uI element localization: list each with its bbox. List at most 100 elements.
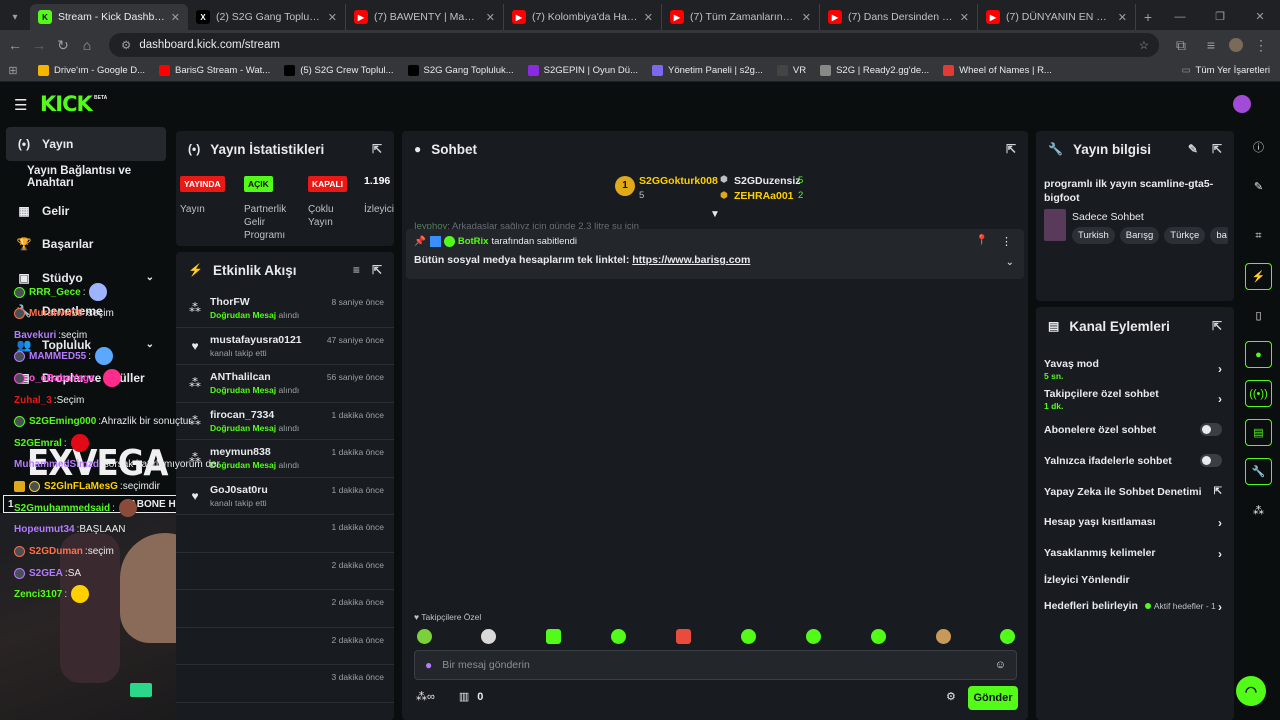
- community-rail-icon[interactable]: ⁂: [1245, 497, 1272, 524]
- activity-event[interactable]: 2 dakika önce: [176, 553, 394, 590]
- emote-6[interactable]: [741, 629, 756, 644]
- support-headset-icon[interactable]: ◠: [1236, 676, 1266, 706]
- bookmark-item[interactable]: S2G | Ready2.gg'de...: [820, 65, 929, 76]
- all-bookmarks-folder[interactable]: ▭ Tüm Yer İşaretleri: [1182, 65, 1270, 76]
- sidebar-item-3[interactable]: 🏆 Başarılar: [0, 228, 172, 262]
- popout-icon[interactable]: ⇱: [1212, 319, 1222, 333]
- back-icon[interactable]: ←: [3, 37, 27, 53]
- chat-username[interactable]: S2Gmuhammedsaid: [14, 503, 110, 514]
- stream-tag[interactable]: Turkish: [1072, 227, 1115, 244]
- bookmark-item[interactable]: Wheel of Names | R...: [943, 65, 1052, 76]
- bookmark-item[interactable]: S2G Gang Topluluk...: [407, 65, 514, 76]
- window-close-icon[interactable]: ✕: [1240, 4, 1280, 30]
- collapse-leaderboard-icon[interactable]: ▼: [710, 209, 720, 220]
- stream-tag[interactable]: Barışg: [1119, 227, 1160, 244]
- activity-event[interactable]: ⁂ firocan_7334 Doğrudan Mesaj alındı 1 d…: [176, 403, 394, 440]
- browser-tab[interactable]: ▶ (7) BAWENTY | Madara Olduk # ✕: [346, 4, 504, 30]
- bookmark-star-icon[interactable]: ☆: [1139, 38, 1149, 52]
- activity-event[interactable]: 2 dakika önce: [176, 628, 394, 665]
- info-icon[interactable]: ⓘ: [1245, 133, 1272, 160]
- points-icon[interactable]: ⁂∞: [416, 690, 435, 703]
- pencil-icon[interactable]: ✎: [1245, 173, 1272, 200]
- bookmark-item[interactable]: Yönetim Paneli | s2g...: [652, 65, 763, 76]
- kick-logo[interactable]: KICK: [40, 92, 93, 116]
- activity-event[interactable]: 3 dakika önce: [176, 665, 394, 703]
- home-icon[interactable]: ⌂: [75, 37, 99, 53]
- bookmark-item[interactable]: VR: [776, 65, 806, 76]
- chat-username[interactable]: Hopeumut34: [14, 524, 75, 535]
- popout-icon[interactable]: ⇱: [372, 142, 382, 156]
- tab-close-icon[interactable]: ✕: [171, 11, 180, 24]
- sidebar-item-0[interactable]: (•) Yayın: [6, 127, 166, 161]
- apps-grid-icon[interactable]: ⊞: [0, 64, 26, 77]
- stream-tag[interactable]: Türkçe: [1164, 227, 1206, 244]
- stream-tag[interactable]: ba: [1210, 227, 1228, 244]
- emote-4[interactable]: [611, 629, 626, 644]
- expand-pinned-icon[interactable]: ⌄: [1006, 257, 1014, 268]
- emote-2[interactable]: [481, 629, 496, 644]
- chat-username[interactable]: o_oBabaYaga: [29, 373, 95, 384]
- chat-username[interactable]: Zuhal_3: [14, 395, 52, 406]
- channel-action[interactable]: Yavaş mod 5 sn. ›: [1044, 358, 1224, 381]
- store-icon[interactable]: ▥: [459, 690, 469, 703]
- pinned-by-user[interactable]: BotRix: [458, 236, 489, 247]
- popout-icon[interactable]: ⇱: [1212, 142, 1222, 156]
- channel-action[interactable]: Yasaklanmış kelimeler ›: [1044, 547, 1224, 561]
- chat-input[interactable]: ● Bir mesaj gönderin ☺: [414, 650, 1017, 680]
- filter-icon[interactable]: ≡: [353, 263, 360, 277]
- emote-5[interactable]: [676, 629, 691, 644]
- channel-action[interactable]: Yapay Zeka ile Sohbet Denetimi ⇱: [1044, 486, 1224, 498]
- toggle-switch[interactable]: [1200, 423, 1222, 436]
- tab-close-icon[interactable]: ✕: [1118, 11, 1127, 24]
- chat-settings-icon[interactable]: ⚙: [946, 690, 956, 703]
- browser-tab[interactable]: ▶ (7) Kolombiya'da Hapishane Ba ✕: [504, 4, 662, 30]
- toggle-switch[interactable]: [1200, 454, 1222, 467]
- activity-event[interactable]: 2 dakika önce: [176, 590, 394, 628]
- popout-icon[interactable]: ⇱: [372, 263, 382, 277]
- tab-close-icon[interactable]: ✕: [802, 11, 811, 24]
- activity-event[interactable]: ⁂ ANThalilcan Doğrudan Mesaj alındı 56 s…: [176, 365, 394, 403]
- chat-username[interactable]: MuhammedSimzd: [14, 459, 99, 470]
- bookmark-item[interactable]: (5) S2G Crew Toplul...: [284, 65, 394, 76]
- tab-close-icon[interactable]: ✕: [644, 11, 653, 24]
- reload-icon[interactable]: ↻: [51, 37, 75, 54]
- activity-event[interactable]: ♥ mustafayusra0121 kanalı takip etti 47 …: [176, 328, 394, 365]
- browser-tab[interactable]: ▶ (7) DÜNYANIN EN PAHALI FELA ✕: [978, 4, 1136, 30]
- chat-username[interactable]: RRR_Gece: [29, 287, 81, 298]
- popout-icon[interactable]: ⇱: [1006, 142, 1016, 156]
- emote-1[interactable]: [417, 629, 432, 644]
- tab-close-icon[interactable]: ✕: [960, 11, 969, 24]
- pinned-link[interactable]: https://www.barisg.com: [632, 254, 750, 266]
- unpin-icon[interactable]: 📍: [976, 235, 988, 246]
- browser-menu-icon[interactable]: ⋮: [1249, 37, 1273, 54]
- browser-tab[interactable]: ▶ (7) Tüm Zamanların En Korkunç ✕: [662, 4, 820, 30]
- activity-event[interactable]: ⁂ ThorFW Doğrudan Mesaj alındı 8 saniye …: [176, 290, 394, 328]
- chat-username[interactable]: MAMMED55: [29, 351, 86, 362]
- browser-tab[interactable]: X (2) S2G Gang Topluluk / X ✕: [188, 4, 346, 30]
- broadcast-rail-icon[interactable]: ((•)): [1245, 380, 1272, 407]
- channel-action[interactable]: Hedefleri belirleyin Aktif hedefler - 1 ›: [1044, 600, 1224, 614]
- quick-actions-icon[interactable]: ⚡: [1245, 263, 1272, 290]
- chat-rail-icon[interactable]: ●: [1245, 341, 1272, 368]
- channel-action[interactable]: Hesap yaşı kısıtlaması ›: [1044, 516, 1224, 530]
- mic-icon[interactable]: ●: [425, 658, 432, 672]
- chat-username[interactable]: S2GDuman: [29, 546, 83, 557]
- profile-avatar[interactable]: [1229, 38, 1243, 52]
- tab-search-icon[interactable]: ▾: [0, 4, 30, 30]
- emoji-icon[interactable]: ☺: [995, 659, 1006, 671]
- send-button[interactable]: Gönder: [968, 686, 1018, 710]
- leader-name-2[interactable]: S2GDuzensiz: [734, 175, 801, 187]
- extensions-icon[interactable]: ⧉: [1169, 37, 1193, 54]
- sidebar-item-2[interactable]: ▦ Gelir: [0, 194, 172, 228]
- url-field[interactable]: ⚙ dashboard.kick.com/stream ☆: [109, 33, 1159, 57]
- emote-9[interactable]: [936, 629, 951, 644]
- emote-10[interactable]: [1000, 629, 1015, 644]
- edit-icon[interactable]: ✎: [1188, 142, 1198, 156]
- wrench-rail-icon[interactable]: 🔧: [1245, 458, 1272, 485]
- bookmark-item[interactable]: BarisG Stream - Wat...: [159, 65, 270, 76]
- channel-action[interactable]: Takipçilere özel sohbet 1 dk. ›: [1044, 388, 1224, 411]
- activity-event[interactable]: 1 dakika önce: [176, 515, 394, 553]
- chat-username[interactable]: Muratww28: [29, 308, 83, 319]
- chat-username[interactable]: S2GEming000: [29, 416, 96, 427]
- chat-username[interactable]: S2GEA: [29, 568, 63, 579]
